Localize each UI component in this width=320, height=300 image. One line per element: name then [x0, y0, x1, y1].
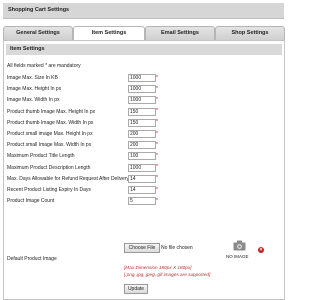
- tab-email-settings[interactable]: Email Settings: [145, 26, 215, 40]
- field-label: Maximum Product Title Length: [7, 153, 75, 160]
- settings-tabs: General Settings Item Settings Email Set…: [3, 26, 285, 41]
- page-title: Shopping Cart Settings: [8, 7, 70, 13]
- required-marker: *: [156, 186, 158, 193]
- field-input[interactable]: 5: [128, 197, 156, 206]
- field-label: Image Max. Width In px: [7, 97, 60, 104]
- required-marker: *: [156, 96, 158, 103]
- field-label: Image Max. Height In px: [7, 86, 62, 93]
- field-label: Product small image Max. Height In px: [7, 131, 93, 137]
- section-title: Item Settings: [10, 46, 45, 52]
- field-label: Maximum Product Description Length: [7, 164, 91, 171]
- item-settings-panel: Item Settings All fields marked * are ma…: [3, 40, 285, 300]
- choose-file-button[interactable]: Choose File: [124, 243, 160, 253]
- field-label: Image Max. Size In KB: [7, 75, 58, 81]
- required-marker: *: [156, 141, 158, 148]
- page-header: Shopping Cart Settings: [3, 3, 284, 19]
- required-marker: *: [156, 130, 158, 137]
- tab-item-settings[interactable]: Item Settings: [73, 26, 145, 41]
- section-header: Item Settings: [6, 44, 282, 55]
- field-input[interactable]: 150: [128, 107, 156, 116]
- remove-image-icon[interactable]: ×: [258, 247, 264, 253]
- required-marker: *: [156, 152, 158, 159]
- required-marker: *: [156, 74, 158, 81]
- required-marker: *: [156, 197, 158, 204]
- field-input[interactable]: 14: [128, 186, 156, 194]
- field-input[interactable]: 200: [128, 130, 156, 138]
- image-dimension-hint: [Max Dimension 180px X 180px]: [124, 265, 192, 270]
- field-label: Product small Image Max. Width In px: [7, 142, 92, 149]
- required-marker: *: [156, 175, 158, 182]
- field-input[interactable]: 100: [128, 152, 156, 161]
- field-label: Recent Product Listing Expiry In Days: [7, 187, 91, 193]
- required-marker: *: [156, 164, 158, 171]
- default-image-label: Default Product Image: [7, 256, 57, 262]
- field-input[interactable]: 1000: [128, 85, 156, 94]
- field-input[interactable]: 1000: [128, 96, 156, 105]
- field-label: Product thumb Image Max. Width In px: [7, 119, 94, 126]
- field-input[interactable]: 1000: [128, 74, 156, 82]
- field-label: Product thumb Image Max. Height In px: [7, 108, 96, 115]
- field-input[interactable]: 200: [128, 141, 156, 150]
- image-types-hint: [.png,.jpg,.jpeg,.gif images are support…: [124, 272, 211, 277]
- update-button[interactable]: Update: [124, 284, 148, 294]
- no-image-label: NO IMAGE: [226, 254, 249, 259]
- required-marker: *: [156, 108, 158, 115]
- required-marker: *: [156, 85, 158, 92]
- tab-shop-settings[interactable]: Shop Settings: [215, 26, 285, 40]
- camera-icon: [233, 240, 246, 251]
- mandatory-note: All fields marked * are mandatory: [7, 63, 81, 69]
- field-input[interactable]: 14: [128, 174, 156, 183]
- field-label: Product Image Count: [7, 198, 55, 205]
- file-status-text: No file chosen: [161, 245, 193, 251]
- field-input[interactable]: 150: [128, 118, 156, 127]
- field-input[interactable]: 1000: [128, 163, 156, 172]
- tab-general-settings[interactable]: General Settings: [3, 26, 73, 40]
- required-marker: *: [156, 119, 158, 126]
- field-label: Max. Days Allowable for Refund Request A…: [7, 175, 129, 182]
